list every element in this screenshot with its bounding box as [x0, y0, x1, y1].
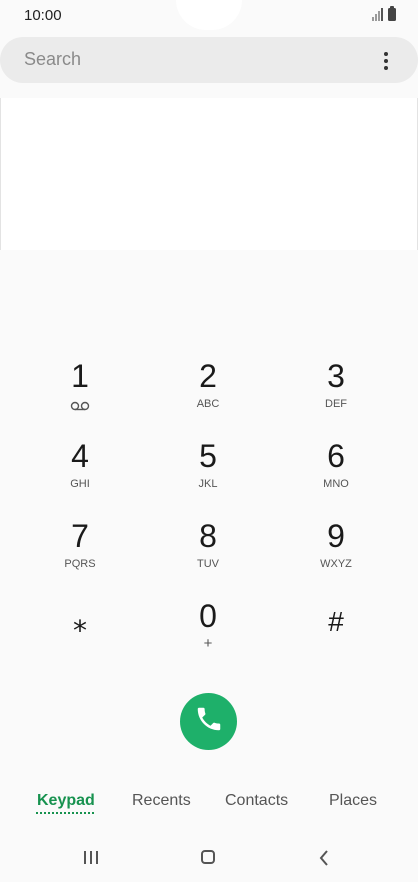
camera-notch — [176, 0, 242, 30]
key-6[interactable]: 6 MNO — [272, 432, 400, 512]
key-letters: MNO — [323, 478, 349, 490]
key-letters: GHI — [70, 478, 90, 490]
phone-icon — [194, 704, 224, 739]
key-digit: 1 — [71, 358, 89, 394]
key-digit: 7 — [71, 518, 89, 554]
key-letters: ABC — [196, 398, 220, 410]
key-digit: 2 — [199, 358, 217, 394]
key-2[interactable]: 2 ABC — [144, 352, 272, 432]
signal-icon — [372, 8, 383, 21]
key-0[interactable]: 0 + — [144, 592, 272, 672]
status-icons — [372, 6, 396, 21]
key-1[interactable]: 1 — [16, 352, 144, 432]
key-digit: 9 — [327, 518, 345, 554]
key-letters: DEF — [325, 398, 347, 410]
key-digit: 5 — [199, 438, 217, 474]
key-digit: 8 — [199, 518, 217, 554]
active-tab-indicator — [36, 812, 94, 814]
status-bar: 10:00 — [0, 0, 418, 34]
key-symbol: # — [328, 606, 344, 637]
dialed-number-display — [0, 98, 418, 250]
key-letters: TUV — [197, 558, 219, 570]
system-nav-bar — [0, 838, 418, 878]
bottom-tabs: Keypad Recents Contacts Places — [0, 790, 418, 820]
key-3[interactable]: 3 DEF — [272, 352, 400, 432]
back-nav-icon[interactable] — [318, 849, 330, 872]
key-symbol: ⁎ — [73, 606, 87, 637]
key-8[interactable]: 8 TUV — [144, 512, 272, 592]
key-letters: WXYZ — [320, 558, 352, 570]
key-4[interactable]: 4 GHI — [16, 432, 144, 512]
voicemail-icon — [70, 398, 90, 416]
key-9[interactable]: 9 WXYZ — [272, 512, 400, 592]
key-plus: + — [203, 635, 213, 652]
battery-icon — [388, 6, 396, 21]
tab-places[interactable]: Places — [329, 792, 377, 810]
tab-contacts[interactable]: Contacts — [225, 792, 288, 810]
key-digit: 0 — [199, 598, 217, 634]
dial-keypad: 1 2 ABC 3 DEF 4 GHI 5 JKL 6 MNO 7 PQRS 8… — [16, 352, 402, 672]
search-bar[interactable]: Search — [0, 37, 418, 83]
key-letters: JKL — [198, 478, 218, 490]
tab-keypad[interactable]: Keypad — [37, 792, 95, 810]
call-button[interactable] — [180, 693, 237, 750]
key-star[interactable]: ⁎ — [16, 592, 144, 672]
key-letters: PQRS — [64, 558, 96, 570]
key-digit: 6 — [327, 438, 345, 474]
search-input[interactable]: Search — [24, 49, 81, 70]
status-time: 10:00 — [24, 7, 62, 24]
recents-nav-icon[interactable] — [84, 851, 98, 864]
tab-recents[interactable]: Recents — [132, 792, 191, 810]
key-5[interactable]: 5 JKL — [144, 432, 272, 512]
more-options-icon[interactable] — [374, 49, 398, 73]
key-7[interactable]: 7 PQRS — [16, 512, 144, 592]
key-digit: 4 — [71, 438, 89, 474]
key-hash[interactable]: # — [272, 592, 400, 672]
home-nav-icon[interactable] — [201, 850, 215, 864]
key-digit: 3 — [327, 358, 345, 394]
